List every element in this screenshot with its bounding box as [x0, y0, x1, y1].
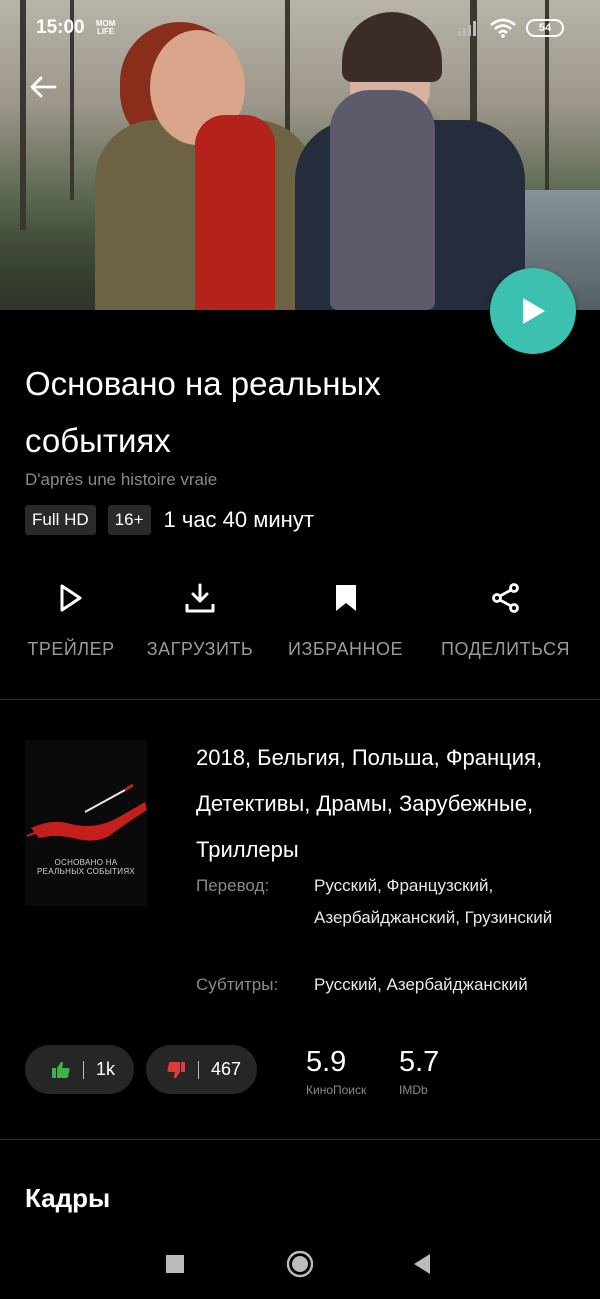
original-title: D'après une histoire vraie [25, 470, 218, 489]
status-bar: 15:00 MOM LIFE 54 [0, 0, 600, 55]
movie-genres: 2018, Бельгия, Польша, Франция, Детектив… [196, 745, 543, 862]
favorites-button[interactable]: ИЗБРАННОЕ [282, 575, 409, 660]
rating-kinopoisk: 5.9 КиноПоиск [306, 1046, 366, 1097]
translation-value: Русский, Французский, Азербайджанский, Г… [314, 876, 553, 927]
play-icon [523, 298, 545, 324]
back-nav-button[interactable] [410, 1250, 434, 1278]
translation-row: Перевод: Русский, Французский, Азербайдж… [196, 870, 584, 934]
share-label: ПОДЕЛИТЬСЯ [441, 639, 570, 659]
bookmark-icon [335, 584, 356, 611]
thumbs-up-icon [52, 1061, 70, 1078]
rating-kinopoisk-value: 5.9 [306, 1046, 347, 1078]
app-notification-icon: MOM LIFE [95, 19, 117, 36]
like-button[interactable]: 1k [25, 1045, 134, 1094]
poster-caption-line2: РЕАЛЬНЫХ СОБЫТИЯХ [36, 867, 136, 876]
play-button[interactable] [490, 268, 576, 354]
system-nav-bar [0, 1230, 600, 1299]
age-rating-badge: 16+ [107, 505, 151, 535]
action-bar: ТРЕЙЛЕР ЗАГРУЗИТЬ ИЗБРАННОЕ ПОДЕЛИТЬСЯ [0, 575, 600, 675]
movie-poster[interactable]: ОСНОВАНО НА РЕАЛЬНЫХ СОБЫТИЯХ [25, 740, 147, 906]
vote-separator [198, 1060, 199, 1079]
vote-separator [83, 1060, 84, 1079]
person-left-scarf [195, 115, 275, 310]
poster-caption: ОСНОВАНО НА РЕАЛЬНЫХ СОБЫТИЯХ [25, 858, 147, 876]
arrow-left-icon [30, 76, 57, 98]
dislikes-count: 467 [211, 1059, 242, 1079]
download-icon [185, 583, 215, 612]
frames-section-title: Кадры [25, 1183, 111, 1213]
quality-badge: Full HD [25, 505, 96, 535]
movie-title: Основано на реальных событиях [25, 365, 381, 459]
subtitles-row: Субтитры: Русский, Азербайджанский [196, 969, 584, 1001]
trailer-label: ТРЕЙЛЕР [27, 639, 115, 659]
movie-badges: Full HD 16+ 1 час 40 минут [25, 505, 314, 535]
back-button[interactable] [26, 70, 60, 104]
movie-duration: 1 час 40 минут [163, 507, 314, 532]
poster-artwork [26, 783, 147, 841]
home-button[interactable] [284, 1250, 316, 1278]
app-badge-line2: LIFE [96, 26, 115, 36]
subtitles-value: Русский, Азербайджанский [314, 975, 528, 994]
rating-imdb-source: IMDb [399, 1083, 428, 1097]
rating-imdb-value: 5.7 [399, 1046, 440, 1078]
trailer-button[interactable]: ТРЕЙЛЕР [24, 575, 118, 660]
likes-count: 1k [96, 1059, 116, 1079]
download-label: ЗАГРУЗИТЬ [146, 639, 254, 659]
battery-indicator: 54 [526, 18, 564, 37]
rating-kinopoisk-source: КиноПоиск [306, 1083, 367, 1097]
poster-caption-line1: ОСНОВАНО НА [54, 858, 118, 867]
play-outline-icon [60, 584, 82, 611]
share-button[interactable]: ПОДЕЛИТЬСЯ [435, 575, 576, 660]
divider [0, 1139, 600, 1140]
recents-button[interactable] [163, 1250, 187, 1278]
thumbs-down-icon [167, 1061, 185, 1078]
share-icon [491, 582, 519, 613]
person-right-scarf [330, 90, 435, 310]
translation-label: Перевод: [196, 876, 270, 895]
status-time: 15:00 [36, 16, 85, 38]
subtitles-label: Субтитры: [196, 975, 279, 994]
triangle-back-icon [414, 1254, 430, 1274]
square-icon [166, 1255, 184, 1273]
favorites-label: ИЗБРАННОЕ [288, 639, 403, 659]
circle-icon [286, 1250, 314, 1278]
dislike-button[interactable]: 467 [146, 1045, 257, 1094]
wifi-icon [490, 18, 516, 38]
signal-icon [458, 20, 476, 36]
rating-imdb: 5.7 IMDb [399, 1046, 439, 1097]
download-button[interactable]: ЗАГРУЗИТЬ [143, 575, 257, 660]
divider [0, 699, 600, 700]
